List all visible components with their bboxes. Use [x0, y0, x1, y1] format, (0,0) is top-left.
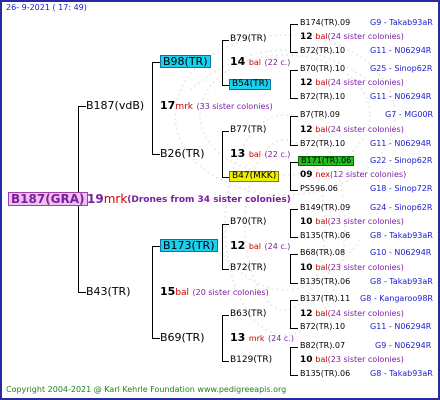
- g3-mark: 12 bal(24 sister colonies): [300, 32, 404, 42]
- g2-queen-id[interactable]: B26(TR): [160, 148, 205, 159]
- g4-queen-id[interactable]: B135(TR).06: [300, 232, 350, 240]
- root-mark-unit: mrk: [103, 192, 128, 206]
- g1-mark: 17mrk (33 sister colonies): [160, 99, 273, 112]
- g4-queen-id[interactable]: B70(TR).10: [300, 65, 345, 73]
- g3-mark: 12 bal(24 sister colonies): [300, 309, 404, 319]
- g2-mark: 13 bal (22 c.): [230, 147, 291, 160]
- g3-queen-id[interactable]: B72(TR): [230, 264, 266, 273]
- g4-breed-code: G7 - MG00R: [385, 110, 434, 119]
- g4-breed-code: G25 - Sinop62R: [370, 64, 433, 73]
- root-queen-id[interactable]: B187(GRA): [8, 192, 88, 206]
- g3-mark: 10 bal(23 sister colonies): [300, 263, 404, 273]
- g3-queen-id[interactable]: B47(MKK): [229, 171, 280, 182]
- root-mark-note: (Drones from 34 sister colonies): [127, 195, 291, 205]
- root-mark-number: 19: [87, 192, 104, 206]
- g4-queen-id[interactable]: B72(TR).10: [300, 140, 345, 148]
- g4-breed-code: G11 - N06294R: [370, 139, 432, 148]
- g1-queen-id[interactable]: B187(vdB): [86, 100, 144, 111]
- g4-breed-code: G18 - Sinop72R: [370, 184, 433, 193]
- g3-queen-id[interactable]: B54(TR): [229, 79, 272, 90]
- g3-queen-id[interactable]: B129(TR): [230, 356, 272, 365]
- g4-breed-code: G8 - Takab93aR: [370, 231, 433, 240]
- g2-mark: 12 bal (24 c.): [230, 239, 291, 252]
- g4-queen-id[interactable]: B149(TR).09: [300, 204, 350, 212]
- g1-mark: 15bal (20 sister colonies): [160, 285, 269, 298]
- g3-mark: 10 bal(23 sister colonies): [300, 217, 404, 227]
- g4-queen-id[interactable]: B7(TR).09: [300, 111, 340, 119]
- g3-queen-id[interactable]: B63(TR): [230, 310, 266, 319]
- g4-breed-code: G24 - Sinop62R: [370, 203, 433, 212]
- g4-queen-id[interactable]: B72(TR).10: [300, 323, 345, 331]
- g4-queen-id[interactable]: B72(TR).10: [300, 47, 345, 55]
- g4-breed-code: G9 - Takab93aR: [370, 18, 433, 27]
- g4-queen-id[interactable]: B171(TR).06: [298, 156, 355, 166]
- g3-mark: 12 bal(24 sister colonies): [300, 78, 404, 88]
- g2-queen-id[interactable]: B69(TR): [160, 332, 205, 343]
- g4-queen-id[interactable]: B72(TR).10: [300, 93, 345, 101]
- root-mark: 19mrk(Drones from 34 sister colonies): [87, 193, 291, 206]
- g4-breed-code: G22 - Sinop62R: [370, 156, 433, 165]
- g3-mark: 09 nex(12 sister colonies): [300, 170, 407, 180]
- g4-breed-code: G10 - N06294R: [370, 248, 432, 257]
- g4-queen-id[interactable]: B174(TR).09: [300, 19, 350, 27]
- g2-mark: 14 bal (22 c.): [230, 55, 291, 68]
- g4-queen-id[interactable]: PS596.06: [300, 185, 338, 193]
- g3-queen-id[interactable]: B79(TR): [230, 35, 266, 44]
- g4-breed-code: G8 - Kangaroo98R: [360, 294, 433, 303]
- g4-breed-code: G11 - N06294R: [370, 92, 432, 101]
- g4-breed-code: G9 - N06294R: [375, 341, 432, 350]
- g4-queen-id[interactable]: B137(TR).11: [300, 295, 350, 303]
- g4-queen-id[interactable]: B68(TR).08: [300, 249, 345, 257]
- g4-queen-id[interactable]: B135(TR).06: [300, 370, 350, 378]
- g4-breed-code: G8 - Takab93aR: [370, 277, 433, 286]
- g2-mark: 13 mrk (24 c.): [230, 331, 294, 344]
- g3-queen-id[interactable]: B77(TR): [230, 126, 266, 135]
- g4-breed-code: G11 - N06294R: [370, 46, 432, 55]
- g3-mark: 10 bal(23 sister colonies): [300, 355, 404, 365]
- g1-queen-id[interactable]: B43(TR): [86, 286, 131, 297]
- g4-queen-id[interactable]: B82(TR).07: [300, 342, 345, 350]
- date-stamp: 26- 9-2021 ( 17: 49): [6, 3, 87, 12]
- footer-copyright: Copyright 2004-2021 @ Karl Kehrle Founda…: [6, 385, 287, 394]
- g4-breed-code: G8 - Takab93aR: [370, 369, 433, 378]
- g3-mark: 12 bal(24 sister colonies): [300, 125, 404, 135]
- g4-queen-id[interactable]: B135(TR).06: [300, 278, 350, 286]
- g2-queen-id[interactable]: B98(TR): [160, 55, 211, 68]
- g4-breed-code: G11 - N06294R: [370, 322, 432, 331]
- g2-queen-id[interactable]: B173(TR): [160, 239, 218, 252]
- g3-queen-id[interactable]: B70(TR): [230, 218, 266, 227]
